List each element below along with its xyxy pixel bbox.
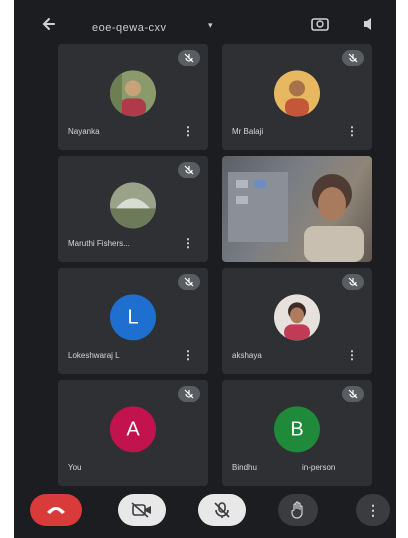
participant-name: Bindhu bbox=[232, 463, 257, 472]
more-options-icon[interactable]: ⋮ bbox=[346, 124, 358, 138]
avatar bbox=[274, 70, 320, 117]
avatar bbox=[110, 182, 156, 229]
more-options-icon[interactable]: ⋮ bbox=[346, 348, 358, 362]
mic-off-icon bbox=[178, 162, 200, 178]
mic-off-icon bbox=[342, 274, 364, 290]
participant-name: Mr Balaji bbox=[232, 127, 264, 136]
speaker-icon[interactable] bbox=[358, 14, 378, 34]
participant-status: in-person bbox=[302, 463, 336, 472]
mic-off-icon bbox=[178, 386, 200, 402]
hang-up-button[interactable] bbox=[30, 494, 82, 526]
participant-tile[interactable]: Maruthi Fishers... ⋮ bbox=[58, 156, 208, 262]
participant-tile[interactable]: akshaya ⋮ bbox=[222, 268, 372, 374]
raise-hand-button[interactable] bbox=[278, 494, 318, 526]
participant-name: Lokeshwaraj L bbox=[68, 351, 120, 360]
more-options-button[interactable]: ⋮ bbox=[356, 494, 390, 526]
mic-off-icon bbox=[342, 386, 364, 402]
avatar bbox=[274, 294, 320, 341]
participant-name: You bbox=[68, 463, 82, 472]
avatar: B bbox=[274, 406, 320, 453]
more-options-icon[interactable]: ⋮ bbox=[182, 348, 194, 362]
participant-tile[interactable]: L Lokeshwaraj L ⋮ bbox=[58, 268, 208, 374]
mic-off-icon bbox=[178, 274, 200, 290]
participant-name: Maruthi Fishers... bbox=[68, 239, 130, 248]
back-arrow-icon[interactable] bbox=[40, 14, 60, 34]
mic-off-icon bbox=[178, 50, 200, 66]
meet-screen: eoe-qewa-cxv ▾ Nayanka ⋮ Mr Balaji ⋮ Mar… bbox=[14, 0, 396, 538]
avatar bbox=[110, 70, 156, 117]
hand-icon bbox=[291, 501, 303, 519]
participant-tile[interactable]: B Bindhu in-person bbox=[222, 380, 372, 486]
meeting-code[interactable]: eoe-qewa-cxv bbox=[92, 22, 166, 34]
mic-toggle-button[interactable] bbox=[198, 494, 246, 526]
video-off-icon bbox=[131, 502, 151, 518]
chevron-down-icon[interactable]: ▾ bbox=[208, 20, 213, 31]
switch-camera-icon[interactable] bbox=[310, 14, 330, 34]
participant-tile[interactable]: Nayanka ⋮ bbox=[58, 44, 208, 150]
mic-off-icon bbox=[214, 502, 230, 518]
participant-tile[interactable]: A You bbox=[58, 380, 208, 486]
more-options-icon[interactable]: ⋮ bbox=[182, 124, 194, 138]
participant-video-tile[interactable] bbox=[222, 156, 372, 262]
call-controls: ⋮ bbox=[14, 486, 396, 538]
more-options-icon[interactable]: ⋮ bbox=[182, 236, 194, 250]
top-bar: eoe-qewa-cxv ▾ bbox=[14, 8, 396, 40]
more-vertical-icon: ⋮ bbox=[366, 501, 380, 518]
mic-off-icon bbox=[342, 50, 364, 66]
participant-tile[interactable]: Mr Balaji ⋮ bbox=[222, 44, 372, 150]
avatar: A bbox=[110, 406, 156, 453]
participant-name: akshaya bbox=[232, 351, 262, 360]
camera-toggle-button[interactable] bbox=[118, 494, 166, 526]
phone-hangup-icon bbox=[47, 507, 65, 514]
participant-video bbox=[222, 156, 372, 262]
participant-name: Nayanka bbox=[68, 127, 100, 136]
avatar: L bbox=[110, 294, 156, 341]
